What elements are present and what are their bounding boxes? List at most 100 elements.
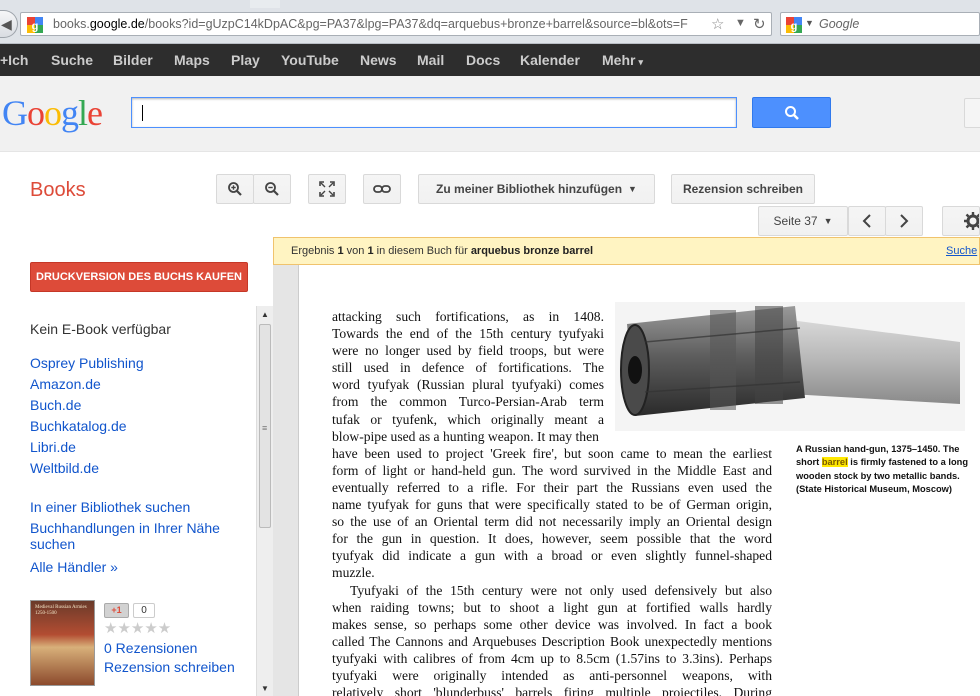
search-engine-icon: g: [786, 17, 802, 33]
page-select[interactable]: Seite 37 ▼: [758, 206, 848, 236]
write-review-button[interactable]: Rezension schreiben: [671, 174, 815, 204]
address-bar[interactable]: g books.google.de/books?id=gUzpC14kDpAC&…: [20, 12, 772, 36]
back-button[interactable]: ◀: [0, 10, 18, 38]
gbar-item-mail[interactable]: Mail: [417, 52, 444, 68]
gbar-item-play[interactable]: Play: [231, 52, 260, 68]
search-icon: [785, 106, 799, 120]
scroll-up-icon[interactable]: ▲: [261, 310, 269, 319]
books-title[interactable]: Books: [30, 179, 86, 202]
shop-link-amazon[interactable]: Amazon.de: [30, 376, 101, 392]
link-icon: [373, 185, 391, 193]
hand-gun-photo: [615, 302, 965, 431]
engine-dropdown-icon[interactable]: ▼: [805, 18, 814, 28]
search-header: Google: [0, 76, 980, 152]
text-line: eventually referred to a rifle. For thei…: [332, 479, 772, 495]
mehr-dropdown-icon: ▾: [638, 57, 643, 67]
back-arrow-icon: ◀: [1, 16, 12, 32]
text-line: makes sense, so perhaps some other devic…: [332, 616, 772, 632]
zoom-in-button[interactable]: [216, 174, 254, 204]
zoom-out-button[interactable]: [253, 174, 291, 204]
settings-button[interactable]: [942, 206, 980, 236]
text-line: tyufyak did indicate a gun with a broad …: [332, 548, 772, 564]
scroll-down-icon[interactable]: ▼: [261, 684, 269, 693]
google-nav-bar: +Ich Suche Bilder Maps Play YouTube News…: [0, 44, 980, 76]
library-search-link[interactable]: In einer Bibliothek suchen: [30, 499, 190, 515]
text-line: attacking such fortifications, as in 140…: [332, 309, 604, 324]
rating-stars[interactable]: ★★★★★: [104, 619, 171, 637]
search-result-bar: Ergebnis 1 von 1 in diesem Buch für arqu…: [273, 237, 980, 265]
url-history-dropdown-icon[interactable]: ▼: [735, 17, 746, 29]
browser-tab[interactable]: [250, 0, 280, 8]
gbar-item-bilder[interactable]: Bilder: [113, 52, 153, 68]
text-line: from the common Turco-Persian-Arab term: [332, 394, 604, 410]
text-line: tyufyaki were originally intended as ant…: [332, 667, 772, 683]
book-cover-thumbnail[interactable]: Medieval Russian Armies 1250-1500: [30, 600, 95, 686]
text-line: form of light or hand-held gun. The word…: [332, 462, 772, 478]
text-line: so the use of an Oriental term did not n…: [332, 514, 772, 530]
gbar-item-kalender[interactable]: Kalender: [520, 52, 580, 68]
gbar-item-maps[interactable]: Maps: [174, 52, 210, 68]
fullscreen-button[interactable]: [308, 174, 346, 204]
page-dropdown-icon: ▼: [823, 216, 833, 226]
hand-gun-image: [615, 302, 965, 431]
gbar-item-ich[interactable]: +Ich: [0, 52, 28, 68]
header-right-button[interactable]: [964, 98, 980, 128]
gbar-item-news[interactable]: News: [360, 52, 397, 68]
text-line: were no longer used by field troops, but…: [332, 343, 604, 359]
library-dropdown-icon: ▼: [628, 184, 637, 194]
scrollbar-thumb[interactable]: ≡: [259, 324, 271, 528]
shop-link-buch[interactable]: Buch.de: [30, 397, 81, 413]
svg-text:g: g: [791, 21, 798, 33]
google-logo[interactable]: Google: [2, 92, 103, 134]
google-plus-one-button[interactable]: +1: [104, 603, 129, 618]
sidebar-write-review-link[interactable]: Rezension schreiben: [104, 659, 235, 675]
nearby-shops-link[interactable]: Buchhandlungen in Ihrer Nähe suchen: [30, 520, 220, 552]
shop-link-buchkatalog[interactable]: Buchkatalog.de: [30, 418, 127, 434]
gbar-item-docs[interactable]: Docs: [466, 52, 500, 68]
plus-one-count: 0: [133, 603, 155, 618]
google-favicon-icon: g: [27, 17, 43, 33]
shop-link-weltbild[interactable]: Weltbild.de: [30, 460, 99, 476]
shop-link-libri[interactable]: Libri.de: [30, 439, 76, 455]
text-caret: [142, 105, 143, 121]
browser-toolbar: ◀ g books.google.de/books?id=gUzpC14kDpA…: [0, 0, 980, 44]
text-line: name tyufyak for guns that were specific…: [332, 497, 772, 513]
search-input[interactable]: [131, 97, 737, 128]
text-line: muzzle.: [332, 565, 375, 581]
zoom-in-icon: [228, 182, 242, 196]
url-text: books.google.de/books?id=gUzpC14kDpAC&pg…: [53, 17, 688, 31]
grip-icon: ≡: [262, 423, 268, 433]
text-line: word tyufyak (Russian plural tyufyaki) c…: [332, 377, 604, 393]
gbar-item-suche[interactable]: Suche: [51, 52, 93, 68]
reload-icon[interactable]: ↻: [753, 15, 766, 33]
cover-title: Medieval Russian Armies 1250-1500: [35, 605, 87, 616]
wide-column: have been used to project 'Greek fire', …: [332, 445, 772, 696]
text-line: for the gun in question. It does, howeve…: [332, 531, 772, 547]
gbar-item-youtube[interactable]: YouTube: [281, 52, 339, 68]
shop-link-osprey[interactable]: Osprey Publishing: [30, 355, 144, 371]
sidebar-scrollbar[interactable]: ▲ ≡ ▼: [256, 306, 273, 696]
chevron-right-icon: [900, 214, 909, 228]
link-button[interactable]: [363, 174, 401, 204]
text-line: when raiding towns; but to shoot a light…: [332, 599, 772, 615]
next-page-button[interactable]: [885, 206, 923, 236]
search-in-book-link[interactable]: Suche: [946, 245, 977, 257]
zoom-out-icon: [265, 182, 279, 196]
buy-print-book-button[interactable]: DRUCKVERSION DES BUCHS KAUFEN: [30, 262, 248, 292]
text-line: Tyufyaki of the 15th century were not on…: [350, 582, 772, 598]
reviews-count-link[interactable]: 0 Rezensionen: [104, 640, 197, 656]
gbar-item-mehr[interactable]: Mehr ▾: [602, 52, 643, 68]
page-viewer[interactable]: attacking such fortifications, as in 140…: [273, 265, 980, 696]
book-page: attacking such fortifications, as in 140…: [298, 265, 980, 696]
add-to-library-button[interactable]: Zu meiner Bibliothek hinzufügen ▼: [418, 174, 655, 204]
browser-window: { "browser": { "url_prefix": "books.", "…: [0, 0, 980, 696]
chevron-left-icon: [862, 214, 871, 228]
no-ebook-label: Kein E-Book verfügbar: [30, 321, 171, 337]
text-line: have been used to project 'Greek fire', …: [332, 445, 772, 461]
text-line: called The Cannons and Arquebuses Descri…: [332, 633, 772, 649]
prev-page-button[interactable]: [848, 206, 886, 236]
search-button[interactable]: [752, 97, 831, 128]
browser-search-box[interactable]: g ▼ Google: [780, 12, 980, 36]
bookmark-star-icon[interactable]: ☆: [711, 15, 724, 33]
all-dealers-link[interactable]: Alle Händler »: [30, 559, 118, 575]
